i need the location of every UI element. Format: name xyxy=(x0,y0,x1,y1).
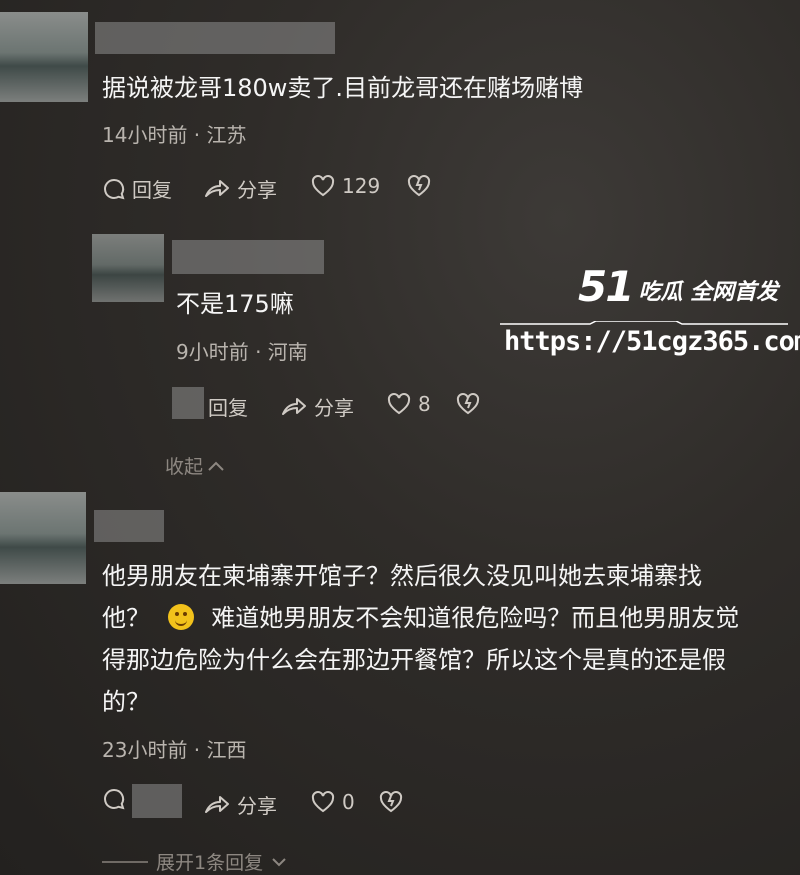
like-button[interactable]: 8 xyxy=(386,392,431,416)
share-button[interactable]: 分享 xyxy=(280,392,354,421)
smile-emoji-icon xyxy=(167,604,194,630)
reply-icon xyxy=(104,788,125,810)
reply-label: 回复 xyxy=(208,396,248,420)
reply-button[interactable] xyxy=(102,787,126,811)
dislike-button[interactable] xyxy=(406,174,432,198)
share-icon xyxy=(282,397,306,415)
reply-label: 回复 xyxy=(132,178,172,202)
watermark-url: https://51cgz365.com xyxy=(504,326,800,357)
dislike-button[interactable] xyxy=(378,790,404,814)
comment-text-line-3: 得那边危险为什么会在那边开餐馆？所以这个是真的还是假 xyxy=(102,646,726,674)
watermark-logo: 51 吃瓜 全网首发 xyxy=(578,266,778,308)
share-label: 分享 xyxy=(237,794,277,818)
dislike-button[interactable] xyxy=(455,392,481,416)
chevron-up-icon xyxy=(208,461,224,471)
comment-text-line-2: 他？ 难道她男朋友不会知道很危险吗？而且他男朋友觉 xyxy=(102,598,739,638)
collapse-button[interactable]: 收起 xyxy=(165,452,225,479)
share-label: 分享 xyxy=(314,396,354,420)
share-icon xyxy=(205,179,229,197)
like-button[interactable]: 0 xyxy=(310,790,355,814)
heart-icon xyxy=(311,174,335,197)
username-blurred[interactable] xyxy=(172,240,324,274)
comment-text-line-4: 的？ xyxy=(102,688,150,716)
comment-meta: 23小时前 · 江西 xyxy=(102,738,247,762)
comment-text: 据说被龙哥180w卖了.目前龙哥还在赌场赌博 xyxy=(102,74,584,102)
broken-heart-icon xyxy=(379,790,403,813)
reply-icon-blurred[interactable] xyxy=(172,387,204,419)
like-button[interactable]: 129 xyxy=(310,174,380,198)
share-icon xyxy=(205,795,229,813)
broken-heart-icon xyxy=(407,174,431,197)
expand-replies-button[interactable]: 展开1条回复 xyxy=(102,848,287,875)
heart-icon xyxy=(311,790,335,813)
avatar[interactable] xyxy=(0,12,88,102)
share-button[interactable]: 分享 xyxy=(203,174,277,203)
reply-button[interactable]: 回复 xyxy=(102,174,172,203)
divider-line xyxy=(102,860,148,863)
watermark-logo-text: 吃瓜 全网首发 xyxy=(638,280,779,305)
reply-icon xyxy=(104,178,125,199)
reply-button[interactable]: 回复 xyxy=(208,392,248,421)
chevron-down-icon xyxy=(272,857,286,866)
expand-label: 展开1条回复 xyxy=(156,852,264,874)
collapse-label: 收起 xyxy=(165,456,204,478)
share-button[interactable]: 分享 xyxy=(203,790,277,819)
username-blurred[interactable] xyxy=(94,510,164,542)
comment-text-part: 他？ xyxy=(102,604,150,632)
comment-meta: 14小时前 · 江苏 xyxy=(102,123,247,147)
avatar[interactable] xyxy=(0,492,86,584)
reply-label-blurred[interactable] xyxy=(132,784,182,818)
avatar[interactable] xyxy=(92,234,164,302)
heart-icon xyxy=(387,392,411,415)
username-blurred[interactable] xyxy=(95,22,335,54)
reply-meta: 9小时前 · 河南 xyxy=(176,340,308,364)
broken-heart-icon xyxy=(456,392,480,415)
comment-text-part: 难道她男朋友不会知道很危险吗？而且他男朋友觉 xyxy=(211,604,740,632)
share-label: 分享 xyxy=(237,178,277,202)
like-count: 0 xyxy=(342,790,355,814)
like-count: 129 xyxy=(342,174,381,198)
watermark-circuit-line xyxy=(500,312,788,325)
reply-text: 不是175嘛 xyxy=(176,290,294,318)
comment-text-line-1: 他男朋友在柬埔寨开馆子？然后很久没见叫她去柬埔寨找 xyxy=(102,562,702,590)
watermark-logo-number: 51 xyxy=(578,262,634,311)
like-count: 8 xyxy=(418,392,431,416)
